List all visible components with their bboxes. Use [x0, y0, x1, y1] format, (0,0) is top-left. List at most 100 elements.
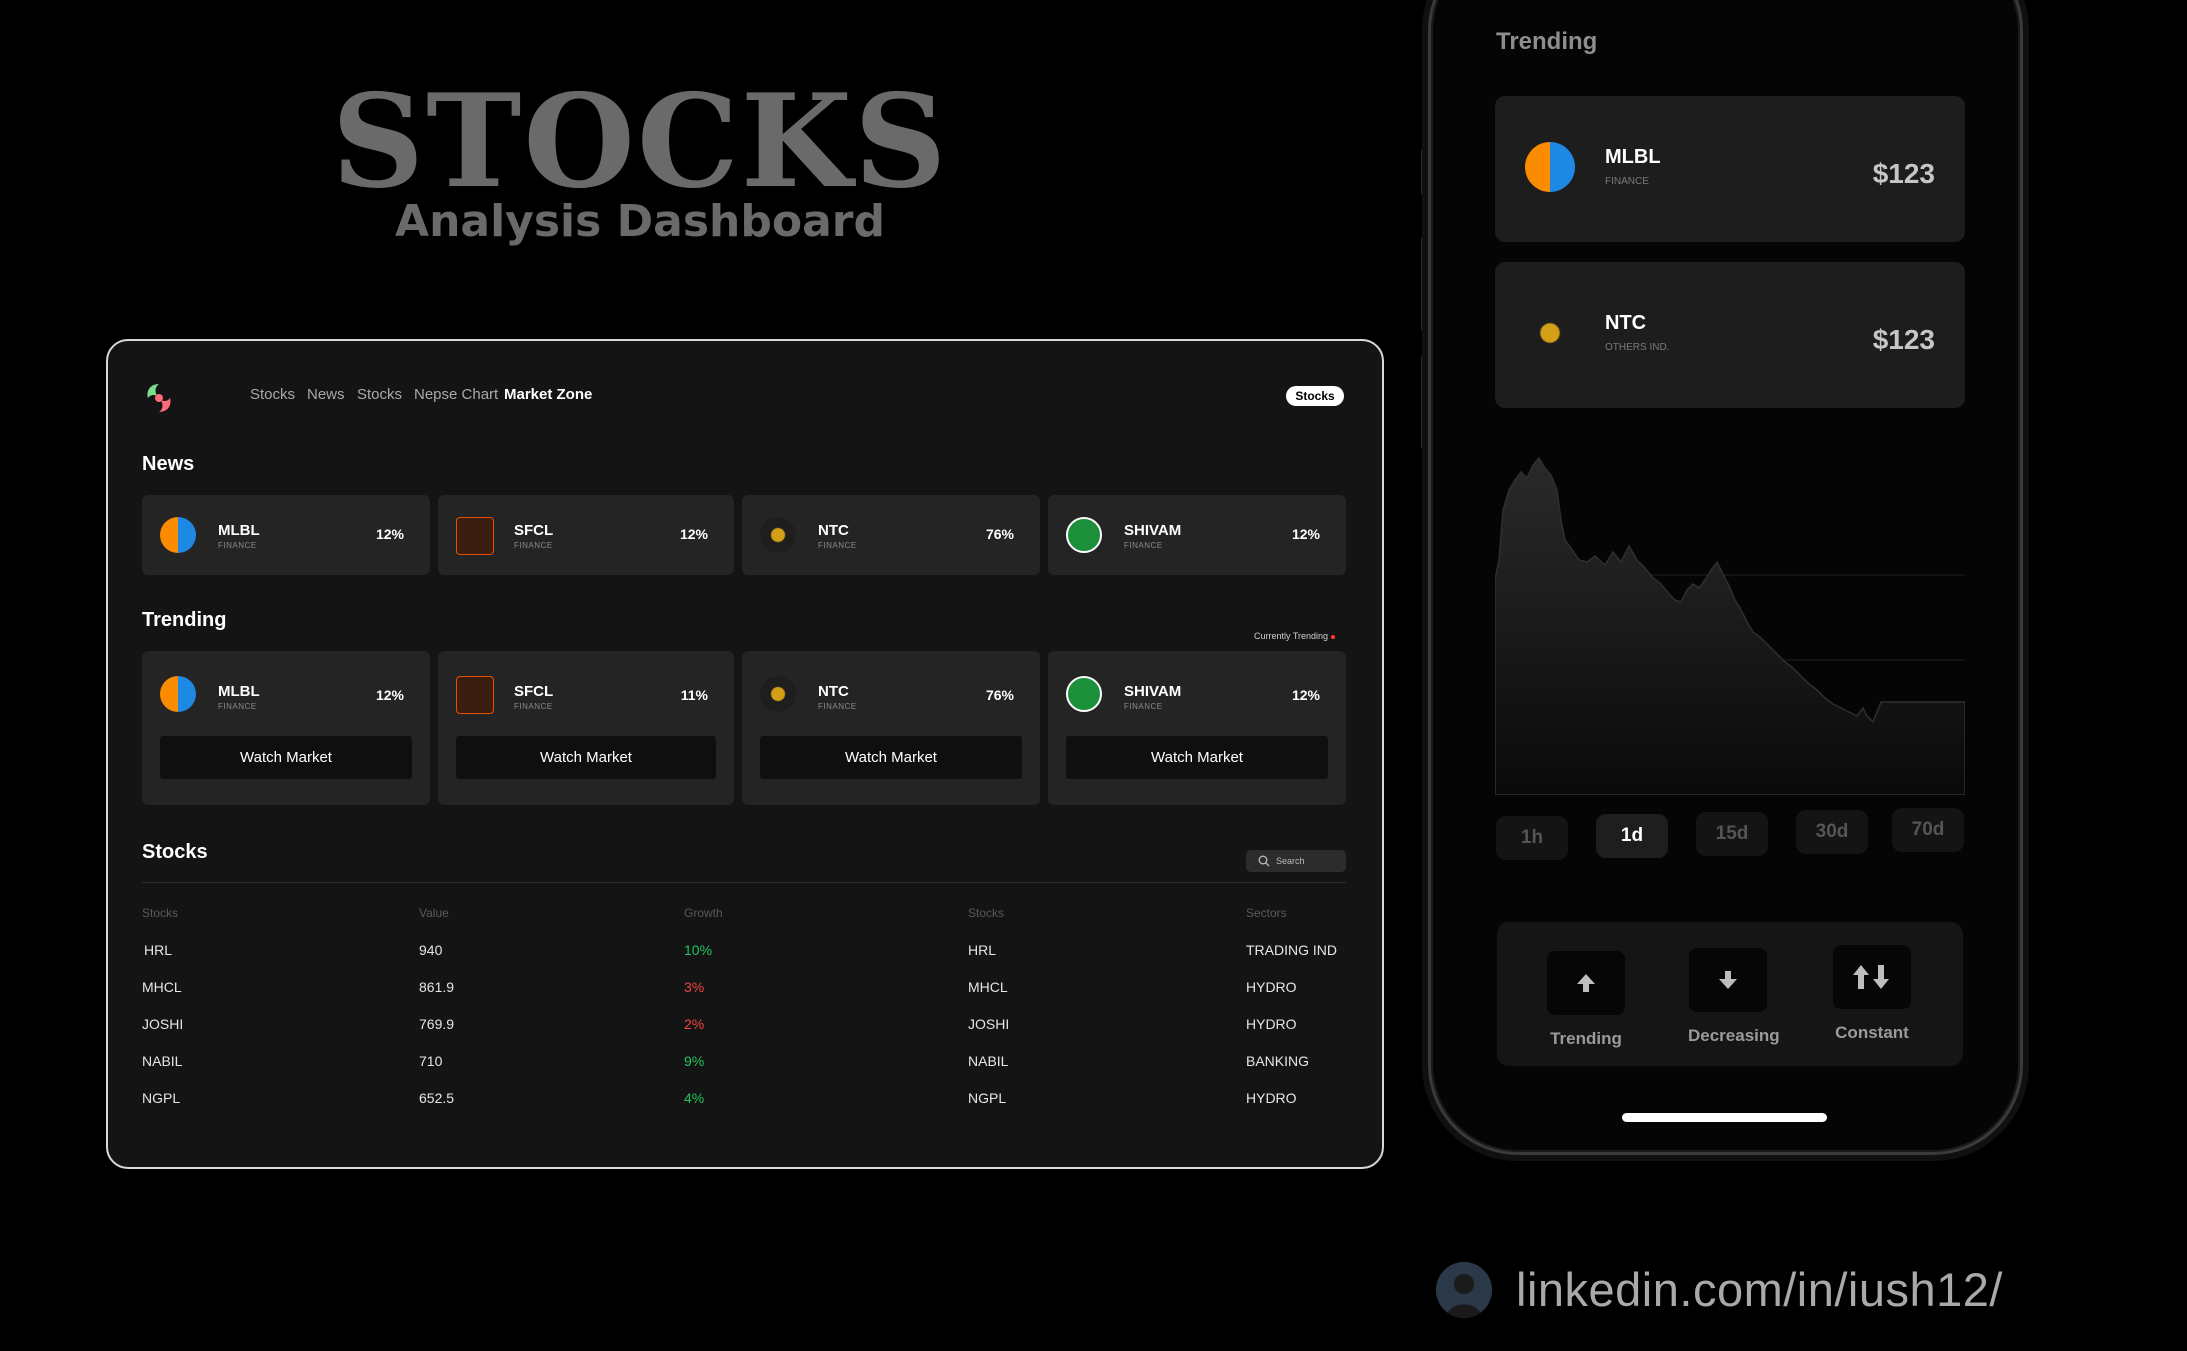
card-percent: 12% [1291, 526, 1320, 542]
timeframe-button-30d[interactable]: 30d [1796, 810, 1868, 854]
person-avatar-icon [1436, 1262, 1492, 1318]
ntc-logo-icon [1525, 308, 1575, 358]
card-name: SFCL [514, 683, 554, 700]
watch-market-button[interactable]: Watch Market [160, 736, 412, 779]
card-name: NTC [818, 522, 849, 539]
card-sector: FINANCE [818, 702, 857, 711]
cell-sector: BANKING [1246, 1053, 1310, 1069]
cell-stock: HRL [144, 942, 173, 958]
stocks-divider [142, 882, 1346, 883]
column-header-value: Value [419, 906, 449, 920]
nav-item-market-zone[interactable]: Market Zone [504, 386, 592, 403]
watch-market-button[interactable]: Watch Market [456, 736, 716, 779]
card-percent: 12% [375, 687, 404, 703]
watch-market-button[interactable]: Watch Market [760, 736, 1022, 779]
arrow-up-icon [1577, 974, 1595, 992]
price-area-chart [1495, 456, 1965, 795]
action-label: Decreasing [1688, 1026, 1780, 1045]
news-card-sfcl[interactable]: SFCL FINANCE 12% [438, 495, 734, 575]
card-percent: 76% [985, 687, 1014, 703]
search-placeholder: Search [1276, 856, 1305, 866]
constant-action-button[interactable]: Constant [1822, 945, 1922, 1043]
hero-title: STOCKS [331, 67, 949, 217]
card-sector: FINANCE [218, 702, 257, 711]
trending-section-title: Trending [142, 609, 227, 631]
shivam-logo-icon [1066, 676, 1102, 712]
news-card-ntc[interactable]: NTC FINANCE 76% [742, 495, 1040, 575]
timeframe-button-15d[interactable]: 15d [1696, 812, 1768, 856]
price-area [1495, 456, 1965, 795]
ntc-logo-icon [760, 517, 796, 553]
nav-item-stocks[interactable]: Stocks [250, 386, 295, 403]
cell-sector: HYDRO [1246, 979, 1297, 995]
phone-card-price: $123 [1872, 324, 1935, 355]
cell-stock: NABIL [142, 1053, 183, 1069]
cell-sector: HYDRO [1246, 1016, 1297, 1032]
card-percent: 76% [985, 526, 1014, 542]
watch-market-button[interactable]: Watch Market [1066, 736, 1328, 779]
card-name: SHIVAM [1124, 683, 1182, 700]
nav-item-stocks-2[interactable]: Stocks [357, 386, 402, 403]
cell-stock-2: NABIL [968, 1053, 1009, 1069]
phone-trending-title: Trending [1496, 28, 1598, 55]
hero-subtitle: Analysis Dashboard [395, 196, 885, 247]
ntc-logo-icon [760, 676, 796, 712]
cell-stock-2: NGPL [968, 1090, 1007, 1106]
mlbl-logo-icon [1525, 142, 1575, 192]
phone-card-ntc[interactable]: NTC OTHERS IND. $123 [1495, 262, 1965, 408]
cell-sector: TRADING IND [1246, 942, 1337, 958]
sfcl-logo-icon [456, 517, 494, 555]
dashboard-window: Stocks News Stocks Nepse Chart Market Zo… [106, 339, 1384, 1169]
phone-card-sector: OTHERS IND. [1605, 342, 1670, 353]
avatar [1436, 1262, 1492, 1318]
trending-card-sfcl: SFCL FINANCE 11% Watch Market [438, 651, 734, 805]
trending-card-ntc: NTC FINANCE 76% Watch Market [742, 651, 1040, 805]
cell-value: 940 [419, 942, 443, 958]
card-name: MLBL [218, 683, 260, 700]
cell-growth: 4% [684, 1090, 705, 1106]
card-percent: 12% [1291, 687, 1320, 703]
phone-card-name: NTC [1605, 312, 1647, 334]
search-icon [1258, 855, 1270, 867]
news-card-shivam[interactable]: SHIVAM FINANCE 12% [1048, 495, 1346, 575]
news-card-mlbl[interactable]: MLBL FINANCE 12% [142, 495, 430, 575]
search-input[interactable]: Search [1246, 850, 1346, 872]
column-header-growth: Growth [684, 906, 723, 920]
card-sector: FINANCE [514, 541, 553, 550]
card-name: MLBL [218, 522, 260, 539]
decreasing-action-button[interactable]: Decreasing [1688, 948, 1780, 1046]
nav-item-news[interactable]: News [307, 386, 345, 403]
trending-action-button[interactable]: Trending [1546, 951, 1626, 1049]
timeframe-button-1d[interactable]: 1d [1596, 814, 1668, 858]
nav-item-nepse-chart[interactable]: Nepse Chart [414, 386, 498, 403]
shivam-logo-icon [1066, 517, 1102, 553]
card-name: SFCL [514, 522, 554, 539]
cell-growth: 3% [684, 979, 705, 995]
cell-sector: HYDRO [1246, 1090, 1297, 1106]
card-name: SHIVAM [1124, 522, 1182, 539]
phone-card-name: MLBL [1605, 146, 1661, 168]
home-indicator [1622, 1113, 1827, 1122]
column-header-stocks: Stocks [142, 906, 179, 920]
cell-stock-2: MHCL [968, 979, 1008, 995]
card-name: NTC [818, 683, 849, 700]
cell-stock: JOSHI [142, 1016, 184, 1032]
phone-card-mlbl[interactable]: MLBL FINANCE $123 [1495, 96, 1965, 242]
trending-card-shivam: SHIVAM FINANCE 12% Watch Market [1048, 651, 1346, 805]
cell-value: 769.9 [419, 1016, 455, 1032]
card-percent: 11% [680, 687, 708, 703]
app-logo-icon[interactable] [142, 381, 176, 415]
card-sector: FINANCE [514, 702, 553, 711]
cell-stock: MHCL [142, 979, 182, 995]
timeframe-button-1h[interactable]: 1h [1496, 816, 1568, 860]
currently-trending-badge: Currently Trending [1254, 631, 1336, 641]
timeframe-button-70d[interactable]: 70d [1892, 808, 1964, 852]
stocks-pill-button[interactable]: Stocks [1286, 386, 1344, 406]
live-dot-icon [1331, 634, 1336, 639]
linkedin-url-link[interactable]: linkedin.com/in/iush12/ [1516, 1262, 2003, 1317]
card-sector: FINANCE [218, 541, 257, 550]
cell-value: 710 [419, 1053, 443, 1069]
card-percent: 12% [679, 526, 708, 542]
stocks-section-title: Stocks [142, 841, 208, 863]
card-sector: FINANCE [1124, 702, 1163, 711]
